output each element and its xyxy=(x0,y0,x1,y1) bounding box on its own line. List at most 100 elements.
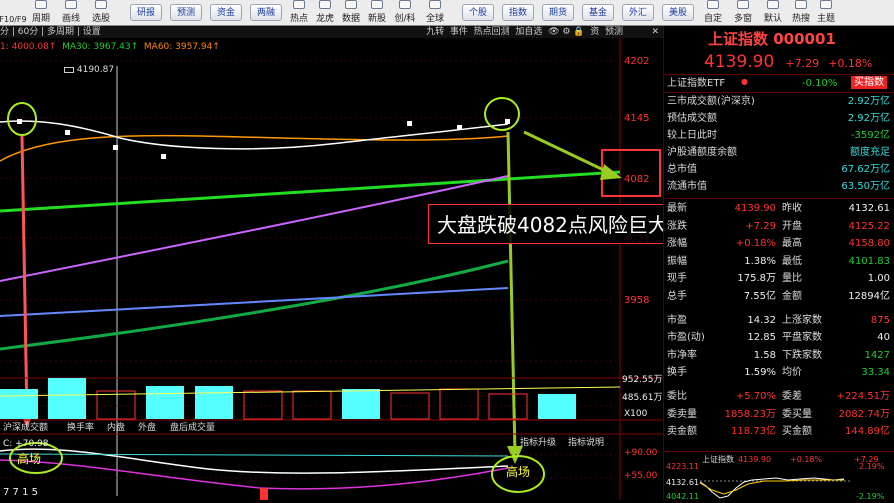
grid-label: 量比 xyxy=(782,273,802,285)
summary-label: 三市成交额(沪深京) xyxy=(667,96,755,107)
ma-30: MA30: 3967.43↑ xyxy=(62,42,139,52)
grid-label: 市净率 xyxy=(667,349,697,361)
toolbar-dragon[interactable]: 龙虎 xyxy=(312,0,338,25)
vol-axis-1: 952.55万 xyxy=(622,375,663,385)
grid-label: 总手 xyxy=(667,291,687,302)
grid-value: 875 xyxy=(870,314,890,326)
grid-label: 涨幅 xyxy=(667,238,687,250)
grid-value: 4125.22 xyxy=(848,220,890,232)
etf-name[interactable]: 上证指数ETF xyxy=(667,77,725,90)
toolbar-draw[interactable]: 画线 xyxy=(56,0,86,25)
grid-label: 涨跌 xyxy=(667,220,687,232)
grid-value: 1.00 xyxy=(867,273,890,285)
indicator-bottom-digits: 7 7 1 5 xyxy=(3,487,38,498)
toolbar-default[interactable]: 默认 xyxy=(758,0,788,25)
summary-label: 较上日此时 xyxy=(667,130,717,141)
grid-value: +0.18% xyxy=(735,238,776,250)
etf-pct: -0.10% xyxy=(802,78,838,89)
grid-label: 最高 xyxy=(782,238,802,250)
tab-turnover-amount[interactable]: 沪深成交额 xyxy=(3,422,48,434)
indicator-high-left: 高场 xyxy=(17,452,42,466)
grid-value: 1.59% xyxy=(744,367,776,379)
grid-label: 卖金额 xyxy=(667,426,697,438)
tab-outer[interactable]: 外盘 xyxy=(138,422,156,434)
tab-turnover-rate[interactable]: 换手率 xyxy=(67,422,94,434)
draw-icon xyxy=(65,0,77,9)
grid-label: 最新 xyxy=(667,203,687,214)
grid-value: +5.70% xyxy=(735,391,776,402)
max-price-label: 4190.87 xyxy=(64,65,114,75)
toolbar-hot[interactable]: 热点 xyxy=(286,0,312,25)
grid-label: 市盈 xyxy=(667,314,687,326)
f10-button[interactable]: F10/F9 xyxy=(0,0,27,25)
grid-value: 12894亿 xyxy=(848,291,890,302)
toolbar-theme[interactable]: 主题 xyxy=(814,0,838,25)
toolbar-multiwin[interactable]: 多窗 xyxy=(728,0,758,25)
grid-label: 上涨家数 xyxy=(782,314,822,326)
toolbar-star[interactable]: 创/科 xyxy=(390,0,420,25)
grid-label: 开盘 xyxy=(782,220,802,232)
grid-label: 昨收 xyxy=(782,203,802,214)
grid-value: 33.34 xyxy=(861,367,890,379)
summary-value: 2.92万亿 xyxy=(847,113,890,124)
grid-value: 1.38% xyxy=(744,255,776,267)
toolbar-custom[interactable]: 自定 xyxy=(698,0,728,25)
toolbar-index[interactable]: 指数 xyxy=(498,0,538,25)
tab-inner[interactable]: 内盘 xyxy=(107,422,125,434)
grid-value: 4139.90 xyxy=(734,203,776,214)
buy-index-button[interactable]: 买指数 xyxy=(851,76,887,89)
axis-3958: 3958 xyxy=(624,295,650,306)
grid-label: 市盈(动) xyxy=(667,332,705,344)
grid-label: 换手 xyxy=(667,367,687,379)
toolbar-forex[interactable]: 外汇 xyxy=(618,0,658,25)
toolbar-research[interactable]: 研报 xyxy=(126,0,166,25)
toolbar-trending[interactable]: 热搜 xyxy=(788,0,814,25)
grid-value: 7.55亿 xyxy=(743,291,776,302)
summary-value: 67.62万亿 xyxy=(841,164,890,175)
summary-label: 总市值 xyxy=(667,164,697,175)
trending-icon xyxy=(795,0,807,9)
indicator-high-right: 高场 xyxy=(506,465,531,479)
axis-4082: 4082 xyxy=(624,174,650,185)
theme-icon xyxy=(820,0,832,9)
toolbar-funds[interactable]: 资金 xyxy=(206,0,246,25)
max-price-box-icon xyxy=(64,66,74,73)
toolbar-forecast[interactable]: 预测 xyxy=(166,0,206,25)
grid-value: +7.29 xyxy=(745,220,776,232)
tab-indicator-upgrade[interactable]: 指标升级 xyxy=(520,437,556,449)
grid-label: 最低 xyxy=(782,255,802,267)
toolbar-cycle[interactable]: 周期 xyxy=(26,0,56,25)
toolbar-fund[interactable]: 基金 xyxy=(578,0,618,25)
quote-pct: +0.18% xyxy=(828,57,873,70)
risk-annotation: 大盘跌破4082点风险巨大 xyxy=(428,204,672,244)
toolbar-select[interactable]: 选股 xyxy=(86,0,116,25)
data-icon xyxy=(345,0,357,9)
summary-value: 63.50万亿 xyxy=(841,181,890,192)
toolbar-margin[interactable]: 两融 xyxy=(246,0,286,25)
kline-chart[interactable] xyxy=(0,26,663,500)
select-icon xyxy=(95,0,107,9)
tab-after-hours[interactable]: 盘后成交量 xyxy=(170,422,215,434)
ma-legend: 1: 4000.08↑ MA30: 3967.43↑ MA60: 3957.94… xyxy=(0,42,220,53)
ma-close: 1: 4000.08↑ xyxy=(0,42,57,52)
toolbar-data[interactable]: 数据 xyxy=(338,0,364,25)
vol-axis-3: X100 xyxy=(624,409,648,419)
grid-value: 14.32 xyxy=(747,314,776,326)
custom-icon xyxy=(707,0,719,9)
grid-label: 均价 xyxy=(782,367,802,379)
summary-value: 2.92万亿 xyxy=(847,96,890,107)
grid-value: 175.8万 xyxy=(737,273,776,285)
toolbar-ipo[interactable]: 新股 xyxy=(364,0,390,25)
star-icon xyxy=(399,0,411,9)
toolbar-usstock[interactable]: 美股 xyxy=(658,0,698,25)
toolbar-stock[interactable]: 个股 xyxy=(458,0,498,25)
etf-dot-icon: ● xyxy=(741,77,748,86)
grid-label: 委买量 xyxy=(782,408,812,420)
cycle-icon xyxy=(35,0,47,9)
summary-label: 预估成交额 xyxy=(667,113,717,124)
toolbar-global[interactable]: 全球 xyxy=(420,0,450,25)
tab-indicator-help[interactable]: 指标说明 xyxy=(568,437,604,449)
toolbar-futures[interactable]: 期货 xyxy=(538,0,578,25)
mini-chart-plot xyxy=(699,477,852,499)
grid-value: +224.51万 xyxy=(836,391,890,402)
